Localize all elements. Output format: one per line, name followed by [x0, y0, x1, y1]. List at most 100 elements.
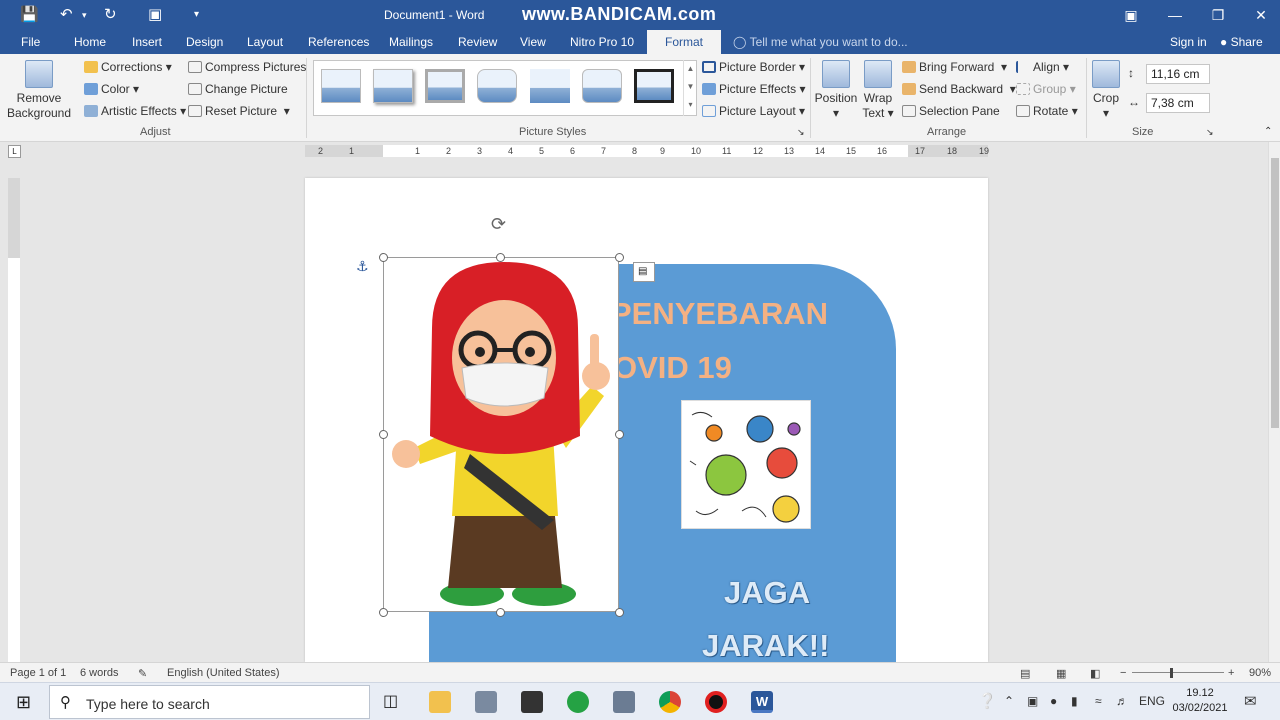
resize-handle-right[interactable] [615, 430, 624, 439]
customize-toolbar-icon[interactable]: ▾ [194, 9, 199, 20]
align-button[interactable]: Align ▾ [1016, 60, 1069, 74]
share-button[interactable]: ● Share [1220, 35, 1263, 49]
selection-pane-button[interactable]: Selection Pane [902, 104, 1000, 118]
picture-style-2[interactable] [373, 69, 413, 103]
anchor-icon[interactable]: ⚓ [356, 258, 369, 275]
resize-handle-top-left[interactable] [379, 253, 388, 262]
help-icon[interactable]: ❔ [978, 692, 997, 710]
vertical-scrollbar[interactable] [1268, 142, 1280, 662]
taskbar-search-input[interactable]: ⚲ Type here to search [49, 685, 370, 719]
word-count[interactable]: 6 words [80, 667, 119, 679]
rotate-handle-icon[interactable]: ⟳ [491, 214, 506, 235]
position-button[interactable]: Position ▾ [813, 60, 859, 121]
tab-format[interactable]: Format [647, 30, 722, 54]
resize-handle-top[interactable] [496, 253, 505, 262]
tab-references[interactable]: References [308, 35, 369, 49]
save-icon[interactable]: 💾 [20, 5, 39, 23]
selected-picture[interactable] [383, 257, 619, 612]
compress-pictures-button[interactable]: Compress Pictures [188, 60, 306, 74]
group-button[interactable]: Group ▾ [1016, 82, 1076, 96]
undo-icon[interactable]: ↶ [60, 5, 73, 23]
virus-illustration[interactable] [681, 400, 811, 529]
crop-button[interactable]: Crop ▾ [1090, 60, 1122, 121]
close-button[interactable]: ✕ [1248, 4, 1274, 26]
tab-home[interactable]: Home [74, 35, 106, 49]
calculator-icon[interactable] [613, 691, 635, 713]
gallery-scroll[interactable]: ▲ ▼ ▾ [683, 60, 697, 116]
horizontal-ruler[interactable]: 2 1 1 2 3 4 5 6 7 8 9 10 11 12 13 14 15 … [305, 145, 989, 157]
tell-me-search[interactable]: ◯ Tell me what you want to do... [733, 35, 908, 49]
language-status[interactable]: English (United States) [167, 667, 280, 679]
tab-file[interactable]: File [21, 35, 40, 49]
picture-style-6[interactable] [582, 69, 622, 103]
web-layout-icon[interactable]: ◧ [1090, 667, 1100, 680]
redo-icon[interactable]: ↻ [104, 5, 117, 23]
size-launcher-icon[interactable]: ↘ [1206, 127, 1214, 138]
file-explorer-icon[interactable] [429, 691, 451, 713]
tab-layout[interactable]: Layout [247, 35, 283, 49]
change-picture-button[interactable]: Change Picture [188, 82, 288, 96]
store-icon[interactable] [521, 691, 543, 713]
bandicam-record-icon[interactable] [705, 691, 727, 713]
resize-handle-left[interactable] [379, 430, 388, 439]
tab-review[interactable]: Review [458, 35, 497, 49]
wifi-icon[interactable]: ≈ [1095, 694, 1102, 708]
windows-start-icon[interactable]: ⊞ [16, 692, 31, 713]
artistic-effects-button[interactable]: Artistic Effects ▾ [84, 104, 186, 118]
picture-style-1[interactable] [321, 69, 361, 103]
meet-now-icon[interactable]: ▣ [1027, 694, 1038, 708]
vertical-ruler[interactable] [8, 178, 20, 662]
picture-effects-button[interactable]: Picture Effects ▾ [702, 82, 806, 96]
picture-style-3[interactable] [425, 69, 465, 103]
input-language[interactable]: ENG [1139, 694, 1165, 708]
print-layout-icon[interactable]: ▦ [1056, 667, 1066, 680]
chrome-icon[interactable] [659, 691, 681, 713]
wrap-text-button[interactable]: Wrap Text ▾ [860, 60, 896, 121]
taskbar-clock[interactable]: 19.12 03/02/2021 [1170, 686, 1230, 716]
whatsapp-icon[interactable] [567, 691, 589, 713]
tab-view[interactable]: View [520, 35, 546, 49]
document-page[interactable]: PENYEBARAN OVID 19 JAGA JARAK!! ⚓ ⟳ ▤ [305, 178, 988, 662]
zoom-level[interactable]: 90% [1249, 667, 1271, 679]
tab-insert[interactable]: Insert [132, 35, 162, 49]
resize-handle-bottom-right[interactable] [615, 608, 624, 617]
zoom-slider-thumb[interactable] [1170, 668, 1173, 678]
send-backward-button[interactable]: Send Backward ▾ [902, 82, 1016, 96]
zoom-slider[interactable] [1132, 672, 1224, 673]
volume-icon[interactable]: ♬ [1116, 694, 1128, 708]
picture-layout-button[interactable]: Picture Layout ▾ [702, 104, 805, 118]
picture-style-7[interactable] [634, 69, 674, 103]
tab-mailings[interactable]: Mailings [389, 35, 433, 49]
resize-handle-top-right[interactable] [615, 253, 624, 262]
picture-style-4[interactable] [477, 69, 517, 103]
undo-dropdown-icon[interactable]: ▾ [82, 10, 87, 21]
shape-width-input[interactable]: 7,38 cm [1146, 93, 1210, 113]
layout-options-button[interactable]: ▤ [633, 262, 655, 282]
scrollbar-thumb[interactable] [1271, 158, 1279, 428]
minimize-button[interactable]: — [1162, 4, 1188, 26]
collapse-ribbon-icon[interactable]: ⌃ [1264, 126, 1272, 137]
restore-button[interactable]: ❐ [1205, 4, 1231, 26]
sign-in-link[interactable]: Sign in [1170, 35, 1207, 49]
read-mode-icon[interactable]: ▤ [1020, 667, 1030, 680]
reset-picture-button[interactable]: Reset Picture ▾ [188, 104, 290, 118]
word-app-icon[interactable]: W [751, 691, 773, 713]
picture-style-5[interactable] [530, 69, 570, 103]
tab-nitro-pro[interactable]: Nitro Pro 10 [570, 35, 634, 49]
resize-handle-bottom[interactable] [496, 608, 505, 617]
picture-styles-launcher-icon[interactable]: ↘ [797, 127, 805, 138]
shape-height-input[interactable]: 11,16 cm [1146, 64, 1210, 84]
tab-design[interactable]: Design [186, 35, 223, 49]
zoom-in-icon[interactable]: + [1228, 667, 1234, 679]
battery-icon[interactable]: ▮ [1071, 694, 1078, 708]
task-view-icon[interactable]: ◫ [383, 691, 398, 711]
tab-selector[interactable]: L [8, 145, 21, 158]
color-button[interactable]: Color ▾ [84, 82, 139, 96]
show-hidden-icons-icon[interactable]: ⌃ [1004, 694, 1014, 708]
picture-border-button[interactable]: Picture Border ▾ [702, 60, 805, 74]
resize-handle-bottom-left[interactable] [379, 608, 388, 617]
ribbon-display-options-icon[interactable]: ▣ [1118, 4, 1144, 26]
proofing-icon[interactable]: ✎ [138, 667, 147, 680]
rotate-button[interactable]: Rotate ▾ [1016, 104, 1078, 118]
remove-background-button[interactable]: Remove Background [6, 60, 72, 121]
